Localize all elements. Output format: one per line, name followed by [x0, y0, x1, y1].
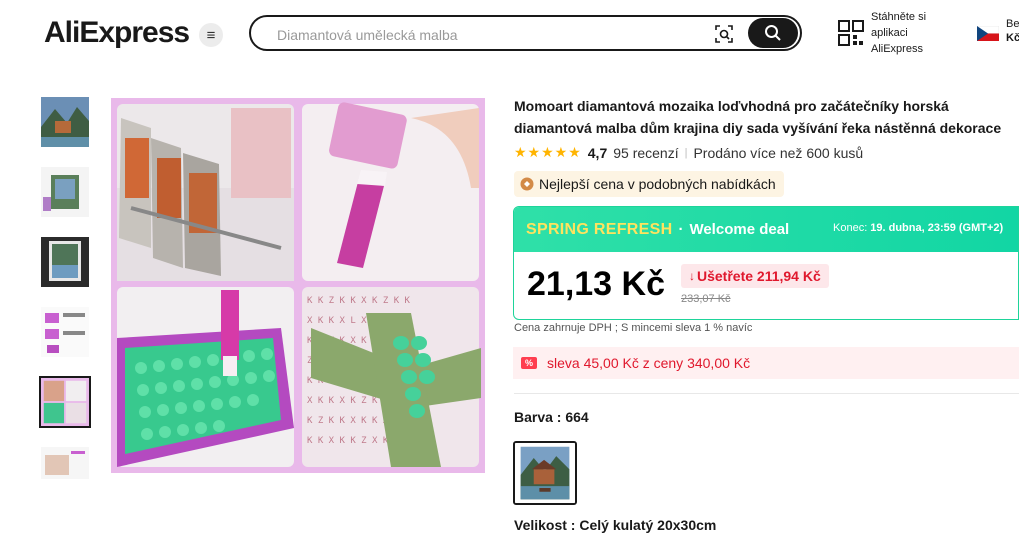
language-label: Be: [1006, 18, 1019, 30]
app-download-promo[interactable]: Stáhněte si aplikaci AliExpress: [871, 9, 951, 57]
app-promo-line: AliExpress: [871, 43, 923, 55]
spring-refresh-label: SPRING REFRESH: [526, 220, 673, 238]
size-label: Velikost : Celý kulatý 20x30cm: [514, 517, 717, 533]
coupon-icon: %: [521, 357, 537, 369]
ends-label: Konec:: [833, 222, 868, 234]
currency-label: Kč: [1006, 32, 1019, 44]
sold-count: Prodáno více než 600 kusů: [693, 144, 864, 161]
color-swatch-664[interactable]: [513, 441, 577, 505]
color-label: Barva : 664: [514, 409, 589, 425]
rating-value: 4,7: [587, 144, 608, 161]
search-button[interactable]: [748, 18, 798, 48]
separator: |: [684, 146, 688, 159]
divider: [514, 393, 1019, 394]
menu-icon[interactable]: ≡: [199, 23, 223, 47]
language-currency-selector[interactable]: Be Kč: [1006, 17, 1019, 45]
thumbnail-6[interactable]: [41, 447, 89, 479]
image-search-icon[interactable]: [714, 24, 734, 44]
coupon-text: sleva 45,00 Kč z ceny 340,00 Kč: [547, 355, 751, 371]
app-promo-line: aplikaci: [871, 27, 908, 39]
product-title: Momoart diamantová mozaika loďvhodná pro…: [514, 98, 1002, 136]
svg-text:K K Z K K X K Z K K: K K Z K K X K Z K K: [307, 296, 411, 306]
app-promo-line: Stáhněte si: [871, 11, 927, 23]
thumbnail-3[interactable]: [41, 237, 89, 287]
price-tag-icon: [520, 177, 534, 191]
main-product-image[interactable]: K K Z K K X K Z K K X K K X L X K K X K …: [111, 98, 485, 473]
original-price: 233,07 Kč: [681, 293, 731, 305]
qr-code-icon[interactable]: [838, 20, 864, 46]
welcome-deal-label: Welcome deal: [689, 221, 790, 238]
coupon-banner[interactable]: % sleva 45,00 Kč z ceny 340,00 Kč: [513, 347, 1019, 379]
ends-value: 19. dubna, 23:59 (GMT+2): [870, 222, 1004, 234]
down-arrow-icon: ↓: [689, 269, 695, 283]
thumbnail-2[interactable]: [41, 167, 89, 217]
czech-flag-icon[interactable]: [977, 26, 999, 41]
search-input[interactable]: [275, 24, 679, 46]
thumbnail-5-selected[interactable]: [39, 376, 91, 428]
savings-badge: ↓ Ušetřete 211,94 Kč: [681, 264, 829, 288]
deal-end-time: Konec: 19. dubna, 23:59 (GMT+2): [833, 222, 1003, 234]
best-price-text: Nejlepší cena v podobných nabídkách: [539, 176, 776, 192]
search-bar: [249, 15, 802, 51]
rating-row: ★★★★★ 4,7 95 recenzí | Prodáno více než …: [514, 144, 863, 161]
deal-banner: SPRING REFRESH · Welcome deal Konec: 19. …: [514, 207, 1018, 252]
best-price-badge: Nejlepší cena v podobných nabídkách: [514, 171, 784, 197]
current-price: 21,13 Kč: [527, 265, 665, 303]
search-icon: [765, 25, 781, 41]
thumbnail-1[interactable]: [41, 97, 89, 147]
welcome-deal-box: SPRING REFRESH · Welcome deal Konec: 19. …: [513, 206, 1019, 320]
thumbnail-4[interactable]: [41, 307, 89, 357]
deal-dot: ·: [678, 221, 684, 238]
vat-note: Cena zahrnuje DPH ; S mincemi sleva 1 % …: [514, 322, 753, 334]
aliexpress-logo[interactable]: AliExpress: [44, 16, 190, 50]
star-rating-icon: ★★★★★: [514, 144, 582, 160]
savings-text: Ušetřete 211,94 Kč: [697, 268, 821, 284]
reviews-link[interactable]: 95 recenzí: [613, 145, 678, 161]
